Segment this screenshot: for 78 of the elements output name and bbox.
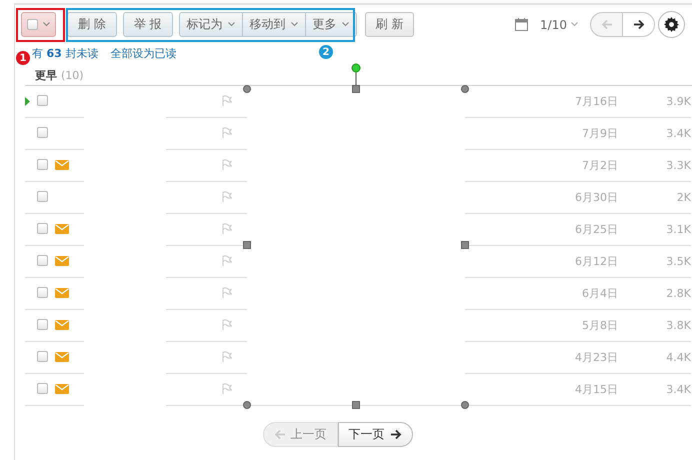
flag-icon[interactable] [222, 254, 232, 266]
date-text: 6月12日 [574, 254, 618, 269]
mark-all-read-link[interactable]: 全部设为已读 [110, 46, 176, 60]
flag-icon[interactable] [222, 190, 232, 202]
caret-icon [342, 22, 349, 27]
unread-count: 有 63 封未读 [32, 46, 98, 60]
group-count: (10) [61, 69, 84, 82]
date-text: 7月16日 [574, 94, 618, 109]
left-arrow-icon [274, 429, 286, 440]
checkbox[interactable] [37, 222, 48, 234]
delete-button[interactable]: 删 除 [67, 12, 117, 37]
checkbox[interactable] [37, 126, 48, 138]
size-text: 3.3K [665, 159, 691, 172]
checkbox[interactable] [37, 350, 48, 362]
menu-dropdown[interactable]: 移动到 [242, 12, 306, 37]
date-text: 7月2日 [581, 158, 618, 173]
resize-handle[interactable] [461, 85, 469, 93]
resize-handle[interactable] [352, 401, 360, 409]
date-text: 5月8日 [581, 318, 618, 333]
caret-icon [571, 22, 578, 27]
flag-icon[interactable] [222, 222, 232, 234]
calendar-icon[interactable] [515, 18, 528, 31]
resize-handle[interactable] [243, 85, 251, 93]
flag-icon[interactable] [222, 286, 232, 298]
flag-icon[interactable] [222, 318, 232, 330]
size-text: 2K [676, 191, 691, 204]
resize-handle[interactable] [461, 401, 469, 409]
next-button[interactable] [622, 12, 655, 37]
resize-handle[interactable] [461, 241, 469, 249]
date-text: 4月23日 [574, 350, 618, 365]
left-arrow-icon [600, 19, 612, 30]
size-text: 3.1K [665, 223, 691, 236]
checkbox[interactable] [27, 19, 38, 30]
next-page-button[interactable]: 下一页 [338, 422, 412, 447]
checkbox[interactable] [37, 190, 48, 202]
checkbox[interactable] [37, 286, 48, 298]
size-text: 3.8K [665, 319, 691, 332]
date-text: 6月25日 [574, 222, 618, 237]
flag-icon[interactable] [222, 158, 232, 170]
resize-handle[interactable] [243, 401, 251, 409]
rotate-handle[interactable] [352, 64, 360, 88]
size-text: 3.9K [665, 95, 691, 108]
menu-dropdown[interactable]: 更多 [304, 12, 357, 37]
date-text: 6月4日 [581, 286, 618, 301]
caret-icon [290, 22, 298, 27]
page-selector[interactable]: 1/10 [540, 18, 578, 32]
date-text: 7月9日 [581, 126, 618, 141]
report-button[interactable]: 举 报 [122, 12, 173, 37]
size-text: 4.4K [665, 351, 691, 364]
flag-icon[interactable] [222, 126, 232, 138]
checkbox[interactable] [37, 94, 48, 106]
checkbox[interactable] [37, 318, 48, 330]
resize-handle[interactable] [243, 241, 251, 249]
right-arrow-icon [632, 19, 644, 30]
caret-icon [228, 22, 235, 27]
size-text: 3.4K [665, 127, 691, 140]
checkbox[interactable] [37, 382, 48, 394]
flag-icon[interactable] [222, 350, 232, 362]
date-text: 4月15日 [574, 382, 618, 397]
resize-handle[interactable] [352, 85, 360, 93]
checkbox[interactable] [37, 254, 48, 266]
select-all-button[interactable] [21, 12, 56, 37]
refresh-button[interactable]: 刷 新 [364, 12, 414, 37]
flag-icon[interactable] [222, 382, 232, 394]
size-text: 3.4K [665, 383, 691, 396]
step-badge: 1 [16, 51, 30, 65]
size-text: 2.8K [665, 287, 691, 300]
menu-dropdown[interactable]: 标记为 [178, 12, 243, 37]
settings-button[interactable] [658, 11, 685, 38]
settings-icon [664, 17, 679, 32]
flag-icon[interactable] [222, 94, 232, 106]
group-title: 更早 [35, 68, 57, 83]
date-text: 6月30日 [574, 190, 618, 205]
right-arrow-icon [390, 429, 402, 440]
step-badge: 2 [319, 45, 333, 59]
size-text: 3.5K [665, 255, 691, 268]
caret-icon [43, 22, 50, 27]
checkbox[interactable] [37, 158, 48, 170]
